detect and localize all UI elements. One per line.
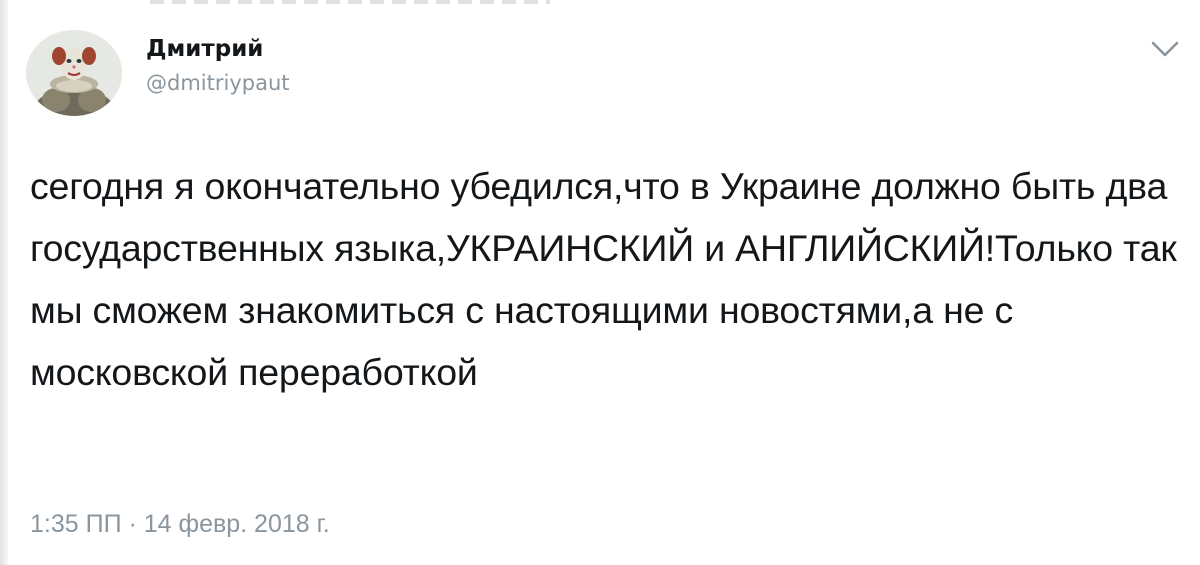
avatar[interactable] (26, 30, 122, 116)
tweet-text: сегодня я окончательно убедился,что в Ук… (30, 165, 1177, 393)
display-name[interactable]: Дмитрий (146, 34, 290, 64)
timestamp[interactable]: 1:35 ПП · 14 февр. 2018 г. (30, 507, 330, 541)
previous-tweet-cutoff (0, 0, 1200, 8)
left-edge-shadow (0, 0, 8, 565)
tweet-card: Дмитрий @dmitriypaut сегодня я окончател… (0, 0, 1200, 565)
author-block[interactable]: Дмитрий @dmitriypaut (146, 34, 290, 98)
handle[interactable]: @dmitriypaut (146, 68, 290, 98)
chevron-down-icon[interactable] (1150, 38, 1180, 60)
avatar-image (26, 30, 122, 116)
cut-off-text (150, 0, 550, 4)
